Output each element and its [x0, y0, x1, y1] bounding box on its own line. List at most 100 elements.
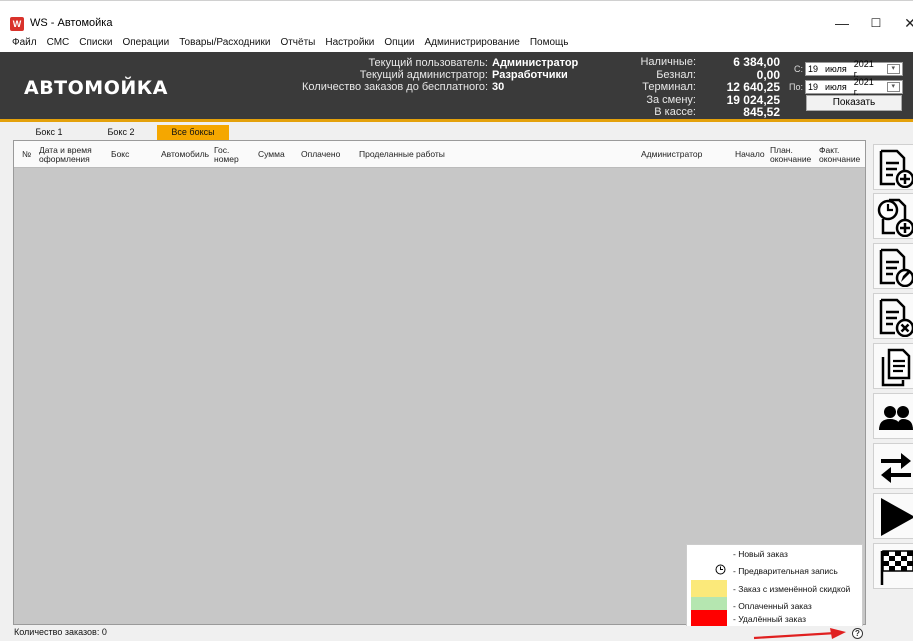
scheduled-order-icon [877, 198, 913, 237]
money-values: 6 384,00 0,00 12 640,25 19 024,25 845,52 [700, 56, 780, 119]
menu-reports[interactable]: Отчёты [275, 35, 320, 52]
edit-order-button[interactable] [873, 243, 913, 289]
title-bar: W WS - Автомойка — ☐ ✕ [0, 0, 913, 35]
start-button[interactable] [873, 493, 913, 539]
menu-sms[interactable]: СМС [42, 35, 75, 52]
current-user-value: Администратор [492, 57, 579, 69]
legend-swatch [691, 610, 727, 627]
tab-box-2[interactable]: Бокс 2 [85, 125, 157, 140]
staff-button[interactable] [873, 393, 913, 439]
legend-swatch [691, 562, 727, 579]
terminal-value: 12 640,25 [726, 80, 780, 94]
column-header-works[interactable]: Проделанные работы [359, 141, 445, 168]
column-header-car[interactable]: Автомобиль [161, 141, 209, 168]
calendar-dropdown-icon[interactable]: ▾ [886, 64, 900, 74]
cashless-label: Безнал: [656, 68, 696, 81]
tab-box-1[interactable]: Бокс 1 [13, 125, 85, 140]
date-to-row: По: 19 июля 2021 г. ▾ [789, 77, 903, 97]
column-header-paid[interactable]: Оплачено [301, 141, 340, 168]
date-from-picker[interactable]: 19 июля 2021 г. ▾ [805, 59, 903, 79]
legend-new-order: - Новый заказ [691, 545, 861, 562]
new-order-button[interactable] [873, 144, 913, 190]
box-tabs: Бокс 1 Бокс 2 Все боксы [13, 125, 229, 140]
copy-order-button[interactable] [873, 343, 913, 389]
menu-operations[interactable]: Операции [117, 35, 174, 52]
legend-preliminary: - Предварительная запись [691, 562, 861, 579]
legend-deleted: - Удалённый заказ [691, 610, 861, 627]
new-order-icon [879, 149, 913, 188]
current-admin-value: Разработчики [492, 69, 568, 81]
shift-label: За смену: [646, 93, 696, 106]
play-icon [881, 498, 913, 536]
free-orders-row: Количество заказов до бесплатного: 30 [302, 81, 504, 93]
column-header-admin[interactable]: Администратор [641, 141, 702, 168]
edit-order-icon [879, 248, 913, 287]
color-legend: - Новый заказ - Предварительная запись -… [686, 544, 863, 627]
cash-label: Наличные: [640, 56, 696, 68]
date-from-day: 19 [808, 64, 819, 74]
transfer-arrows-icon [881, 453, 911, 483]
calendar-dropdown-icon[interactable]: ▾ [886, 82, 900, 92]
current-admin-label: Текущий администратор: [359, 69, 488, 81]
legend-label: - Новый заказ [733, 549, 788, 559]
red-arrow-annotation [753, 628, 846, 640]
help-icon[interactable]: ? [852, 628, 863, 639]
menu-lists[interactable]: Списки [74, 35, 117, 52]
menu-administration[interactable]: Администрирование [420, 35, 525, 52]
delete-order-icon [879, 298, 913, 337]
date-to-label: По: [789, 82, 803, 92]
copy-document-icon [881, 348, 911, 387]
finish-button[interactable] [873, 543, 913, 589]
brand-title: АВТОМОЙКА [24, 77, 168, 99]
column-header-plan-end[interactable]: План. окончание [770, 141, 811, 168]
new-appointment-button[interactable] [873, 193, 913, 239]
legend-discount: - Заказ с изменённой скидкой [691, 580, 861, 597]
tab-all-boxes[interactable]: Все боксы [157, 125, 229, 140]
legend-label: - Заказ с изменённой скидкой [733, 584, 851, 594]
date-from-month: июля [825, 64, 847, 74]
delete-order-button[interactable] [873, 293, 913, 339]
date-to-year: 2021 г. [853, 77, 874, 97]
column-header-date[interactable]: Дата и время оформления [39, 141, 92, 168]
legend-swatch [691, 545, 727, 562]
column-header-box[interactable]: Бокс [111, 141, 129, 168]
column-header-start[interactable]: Начало [735, 141, 765, 168]
header-panel: АВТОМОЙКА Текущий пользователь: Администр… [0, 52, 913, 122]
column-header-number[interactable]: № [22, 141, 31, 168]
order-count-text: Количество заказов: 0 [14, 627, 107, 637]
checkered-flag-icon [880, 550, 913, 585]
register-value: 845,52 [743, 105, 780, 119]
legend-label: - Предварительная запись [733, 566, 838, 576]
column-header-plate[interactable]: Гос. номер [214, 141, 239, 168]
maximize-button[interactable]: ☐ [864, 14, 888, 32]
menu-help[interactable]: Помощь [525, 35, 574, 52]
transfer-button[interactable] [873, 443, 913, 489]
date-to-month: июля [825, 82, 847, 92]
money-labels: Наличные: Безнал: Терминал: За смену: В … [600, 56, 696, 119]
date-from-label: С: [794, 64, 803, 74]
menu-options[interactable]: Опции [379, 35, 419, 52]
column-header-fact-end[interactable]: Факт. окончание [819, 141, 860, 168]
menu-bar: Файл СМС Списки Операции Товары/Расходни… [0, 35, 913, 52]
menu-file[interactable]: Файл [7, 35, 42, 52]
table-header: № Дата и время оформления Бокс Автомобиль… [14, 141, 865, 168]
terminal-label: Терминал: [642, 81, 696, 93]
menu-goods[interactable]: Товары/Расходники [174, 35, 275, 52]
minimize-button[interactable]: — [830, 14, 854, 32]
date-from-year: 2021 г. [853, 59, 874, 79]
free-orders-value: 30 [492, 81, 505, 93]
date-from-row: С: 19 июля 2021 г. ▾ [789, 59, 903, 79]
column-header-sum[interactable]: Сумма [258, 141, 285, 168]
window-title: WS - Автомойка [30, 17, 113, 29]
clock-icon [715, 564, 726, 575]
current-admin-row: Текущий администратор: Разработчики [302, 69, 568, 81]
ws-app-icon: W [10, 17, 24, 31]
legend-label: - Удалённый заказ [733, 614, 806, 624]
show-button[interactable]: Показать [806, 95, 902, 111]
current-user-label: Текущий пользователь: [368, 57, 488, 69]
legend-swatch [691, 580, 727, 597]
menu-settings[interactable]: Настройки [320, 35, 379, 52]
users-icon [879, 406, 913, 430]
date-to-picker[interactable]: 19 июля 2021 г. ▾ [805, 77, 903, 97]
close-button[interactable]: ✕ [898, 14, 913, 32]
